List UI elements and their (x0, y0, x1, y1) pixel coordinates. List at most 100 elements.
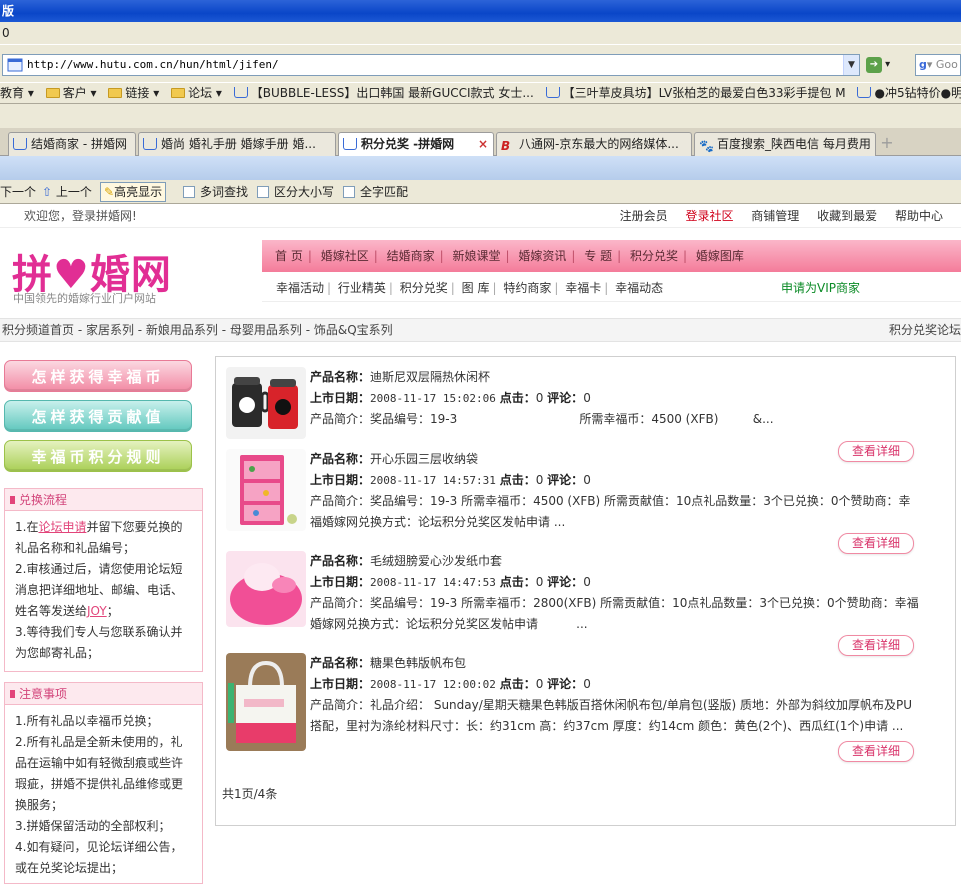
exchange-step-1: 1.在论坛申请并留下您要兑换的礼品名称和礼品编号； (15, 517, 194, 559)
fav-label: 论坛 (188, 86, 213, 100)
product-image-canvas-bag[interactable] (226, 653, 306, 751)
view-detail-button[interactable]: 查看详细 (838, 741, 914, 762)
subnav-special-merchants[interactable]: 特约商家 (503, 281, 551, 295)
fav-folder-education[interactable]: 教育 ▾ (0, 83, 34, 103)
tab-jifen-active[interactable]: 积分兑奖 -拼婚网 × (338, 132, 494, 157)
clicks-label: 点击： (499, 473, 536, 487)
joy-link[interactable]: JOY (87, 604, 107, 618)
subnav-points[interactable]: 积分兑奖 (400, 281, 448, 295)
product-desc: 奖品编号：19-3 所需幸福币：4500 (XFB) &... (370, 412, 774, 426)
address-toolbar: http://www.hutu.com.cn/hun/html/jifen/ ▼… (0, 44, 961, 82)
fav-folder-links[interactable]: 链接 ▾ (108, 83, 159, 103)
notice-line: 1.所有礼品以幸福币兑换； (15, 714, 159, 728)
product-image-mugs[interactable] (226, 367, 306, 439)
nav-separator: | (617, 249, 622, 263)
nav-separator: | (307, 249, 312, 263)
nav-merchants[interactable]: 结婚商家 (387, 249, 435, 263)
go-button[interactable]: ➔ ▾ (866, 56, 900, 74)
address-dropdown-icon[interactable]: ▼ (843, 55, 859, 75)
login-link[interactable]: 登录社区 (685, 209, 733, 223)
how-to-get-coins-button[interactable]: 怎样获得幸福币 (4, 360, 192, 392)
nav-separator: | (439, 249, 444, 263)
nav-gallery[interactable]: 婚嫁图库 (696, 249, 744, 263)
case-label: 区分大小写 (274, 185, 335, 199)
product-info: 产品名称：毛绒翅膀爱心沙发纸巾套 上市日期：2008-11-17 14:47:5… (310, 551, 920, 635)
address-bar[interactable]: http://www.hutu.com.cn/hun/html/jifen/ ▼ (2, 54, 860, 76)
product-comments: 0 (583, 391, 591, 405)
product-clicks: 0 (535, 575, 544, 589)
product-date: 2008-11-17 12:00:02 (370, 678, 496, 691)
product-comments: 0 (583, 575, 591, 589)
product-name[interactable]: 迪斯尼双层隔热休闲杯 (370, 370, 490, 384)
nav-home[interactable]: 首 页 (275, 249, 303, 263)
close-icon[interactable]: × (478, 133, 488, 155)
match-case-checkbox[interactable]: 区分大小写 (257, 180, 334, 204)
product-clicks: 0 (535, 391, 544, 405)
site-logo[interactable]: 拼♥婚网 中国领先的婚嫁行业门户网站 (10, 240, 250, 310)
tab-hunshang[interactable]: 婚尚 婚礼手册 婚嫁手册 婚... (138, 132, 336, 156)
search-input[interactable]: Goo (936, 58, 958, 71)
intro-label: 产品简介： (310, 412, 371, 426)
menu-bar[interactable]: 0 (0, 22, 961, 44)
subnav-happy-card[interactable]: 幸福卡 (565, 281, 601, 295)
product-image-storage-bag[interactable] (226, 449, 306, 531)
nav-points[interactable]: 积分兑奖 (630, 249, 678, 263)
nav-news[interactable]: 婚嫁资讯 (518, 249, 566, 263)
tab-batong[interactable]: B 八通网-京东最大的网络媒体... (496, 132, 692, 156)
product-desc: 奖品编号：19-3 所需幸福币：2800(XFB) 所需贡献值：10点礼品数量：… (310, 596, 919, 631)
product-image-tissue-cover[interactable] (226, 551, 306, 627)
subnav-happy-news[interactable]: 幸福动态 (615, 281, 663, 295)
fav-link-bubble-less[interactable]: 【BUBBLE-LESS】出口韩国 最新GUCCI款式 女士... (233, 83, 534, 103)
tab-jiehun-shangjia[interactable]: 结婚商家 - 拼婚网 (8, 132, 136, 156)
whole-word-checkbox[interactable]: 全字匹配 (343, 180, 408, 204)
site-topbar: 欢迎您，登录拼婚网! 注册会员 登录社区 商铺管理 收藏到最爱 帮助中心 (0, 204, 961, 228)
url-text[interactable]: http://www.hutu.com.cn/hun/html/jifen/ (27, 55, 279, 75)
product-name[interactable]: 开心乐园三层收纳袋 (370, 452, 478, 466)
nav-bride-class[interactable]: 新娘课堂 (452, 249, 500, 263)
subnav-activities[interactable]: 幸福活动 (276, 281, 324, 295)
checkbox-icon (183, 186, 195, 198)
date-label: 上市日期： (310, 473, 371, 487)
product-info: 产品名称：迪斯尼双层隔热休闲杯 上市日期：2008-11-17 15:02:06… (310, 367, 920, 430)
main-nav: 首 页 | 婚嫁社区 | 结婚商家 | 新娘课堂 | 婚嫁资讯 | 专 题 | 积分兑奖 | … (262, 240, 961, 272)
vip-apply-link[interactable]: 申请为VIP商家 (781, 274, 860, 302)
category-links[interactable]: 积分频道首页 - 家居系列 - 新娘用品系列 - 母婴用品系列 - 饰品&Q宝系… (2, 323, 393, 337)
highlight-button[interactable]: ✎高亮显示 (100, 182, 167, 202)
help-link[interactable]: 帮助中心 (895, 209, 943, 223)
coin-rules-button[interactable]: 幸福币积分规则 (4, 440, 192, 472)
add-favorite-link[interactable]: 收藏到最爱 (817, 209, 877, 223)
find-next-button[interactable]: 下一个 (0, 180, 36, 204)
pagination-info: 共1页/4条 (222, 787, 278, 801)
how-to-get-contribution-button[interactable]: 怎样获得贡献值 (4, 400, 192, 432)
highlight-label: 高亮显示 (114, 185, 163, 199)
points-forum-link[interactable]: 积分兑奖论坛 (889, 319, 961, 341)
notice-line: 4.如有疑问，见论坛详细公告，或在兑奖论坛提出； (15, 840, 183, 875)
nav-topics[interactable]: 专 题 (584, 249, 612, 263)
register-link[interactable]: 注册会员 (620, 209, 668, 223)
shop-admin-link[interactable]: 商铺管理 (751, 209, 799, 223)
new-tab-icon[interactable]: + (879, 135, 895, 152)
category-breadcrumb: 积分频道首页 - 家居系列 - 新娘用品系列 - 母婴用品系列 - 饰品&Q宝系… (0, 318, 961, 342)
multi-word-checkbox[interactable]: 多词查找 (183, 180, 248, 204)
menu-item[interactable]: 0 (2, 26, 10, 40)
nav-community[interactable]: 婚嫁社区 (321, 249, 369, 263)
fav-folder-clients[interactable]: 客户 ▾ (45, 83, 97, 103)
subnav-gallery[interactable]: 图 库 (462, 281, 490, 295)
product-clicks: 0 (535, 677, 544, 691)
product-name[interactable]: 糖果色韩版帆布包 (370, 656, 466, 670)
product-name[interactable]: 毛绒翅膀爱心沙发纸巾套 (370, 554, 502, 568)
fav-link-sanyecao[interactable]: 【三叶草皮具坊】LV张柏芝的最爱白色33彩手提包 M (545, 83, 846, 103)
fav-link-special[interactable]: ●冲5钻特价●明星最爱 (857, 83, 961, 103)
sub-nav: 幸福活动 | 行业精英 | 积分兑奖 | 图 库 | 特约商家 | 幸福卡 | 幸福动态 申… (262, 274, 961, 302)
fav-folder-forum[interactable]: 论坛 ▾ (171, 83, 222, 103)
forum-apply-link[interactable]: 论坛申请 (38, 520, 86, 534)
intro-label: 产品简介： (310, 698, 371, 712)
tab-baidu[interactable]: 🐾 百度搜索_陕西电信 每月费用 (694, 132, 876, 156)
checkbox-icon (343, 186, 355, 198)
find-prev-button[interactable]: ⇧ 上一个 (42, 180, 92, 204)
nav-separator: | (492, 281, 497, 295)
subnav-elite[interactable]: 行业精英 (338, 281, 386, 295)
search-box[interactable]: g▾ Goo (915, 54, 961, 76)
welcome-text: 欢迎您，登录拼婚网! (24, 209, 137, 223)
product-info: 产品名称：糖果色韩版帆布包 上市日期：2008-11-17 12:00:02 点… (310, 653, 920, 737)
